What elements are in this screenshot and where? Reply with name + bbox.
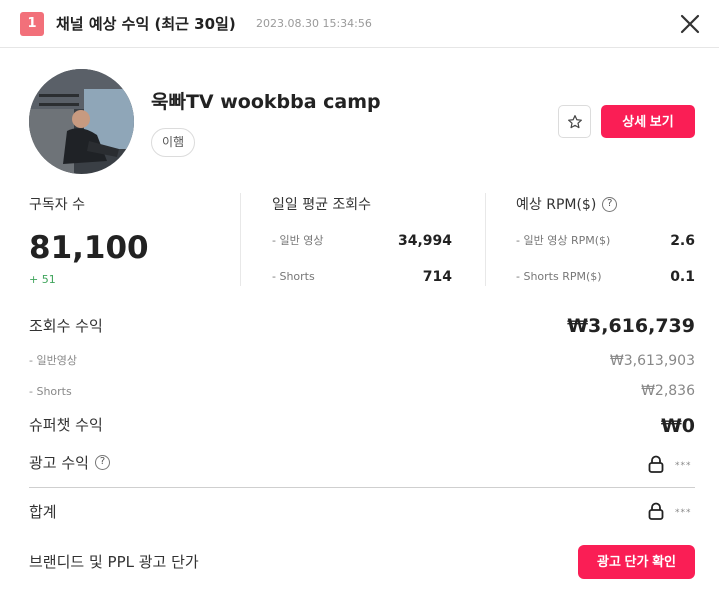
star-icon [567, 114, 582, 128]
channel-tag: 이햄 [151, 128, 196, 157]
timestamp: 2023.08.30 15:34:56 [256, 17, 372, 30]
total-masked: *** [675, 508, 692, 518]
help-icon[interactable]: ? [602, 196, 618, 212]
rpm-shorts-label: - Shorts RPM($) [516, 270, 602, 283]
stats-divider [240, 193, 241, 286]
views-revenue-value: ₩3,616,739 [567, 315, 695, 337]
modal-header: 1 채널 예상 수익 (최근 30일) 2023.08.30 15:34:56 [0, 0, 719, 48]
avg-views-label: 일일 평균 조회수 [272, 197, 372, 213]
shorts-revenue-label: - Shorts [29, 385, 72, 398]
lock-icon[interactable] [648, 502, 664, 520]
rank-badge: 1 [20, 12, 44, 36]
stats-divider [485, 193, 486, 286]
close-button[interactable] [676, 10, 704, 38]
normal-video-value: ₩3,613,903 [609, 353, 695, 369]
avg-views-normal-value: 34,994 [397, 233, 452, 249]
ad-revenue-masked: *** [675, 461, 692, 471]
superchat-label: 슈퍼챗 수익 [29, 416, 103, 434]
ad-revenue-label: 광고 수익? [29, 452, 110, 474]
help-icon[interactable]: ? [94, 455, 110, 470]
channel-avatar [29, 69, 134, 174]
subscribers-delta: + 51 [29, 273, 56, 286]
ad-revenue-label-text: 광고 수익 [29, 454, 89, 472]
superchat-value: ₩0 [660, 415, 695, 437]
total-divider [29, 487, 695, 488]
check-ad-rate-button[interactable]: 광고 단가 확인 [578, 545, 695, 579]
views-revenue-label: 조회수 수익 [29, 317, 103, 335]
rpm-label: 예상 RPM($)? [516, 195, 618, 215]
normal-video-label: - 일반영상 [29, 354, 77, 367]
channel-name[interactable]: 욱빠TV wookbba camp [151, 88, 381, 116]
subscribers-label: 구독자 수 [29, 197, 85, 213]
detail-view-button[interactable]: 상세 보기 [601, 105, 695, 138]
avg-views-normal-label: - 일반 영상 [272, 234, 324, 247]
subscribers-count: 81,100 [29, 230, 149, 266]
rpm-normal-value: 2.6 [670, 233, 695, 249]
avg-views-shorts-label: - Shorts [272, 270, 315, 283]
close-icon [680, 14, 700, 34]
rpm-normal-label: - 일반 영상 RPM($) [516, 234, 611, 247]
rpm-shorts-value: 0.1 [670, 269, 695, 285]
avg-views-shorts-value: 714 [422, 269, 452, 285]
favorite-button[interactable] [558, 105, 591, 138]
total-label: 합계 [29, 503, 57, 521]
lock-icon[interactable] [648, 455, 664, 473]
rpm-label-text: 예상 RPM($) [516, 197, 597, 213]
modal-title: 채널 예상 수익 (최근 30일) [56, 15, 236, 33]
shorts-revenue-value: ₩2,836 [641, 383, 695, 399]
branded-ppl-label: 브랜디드 및 PPL 광고 단가 [29, 553, 199, 571]
